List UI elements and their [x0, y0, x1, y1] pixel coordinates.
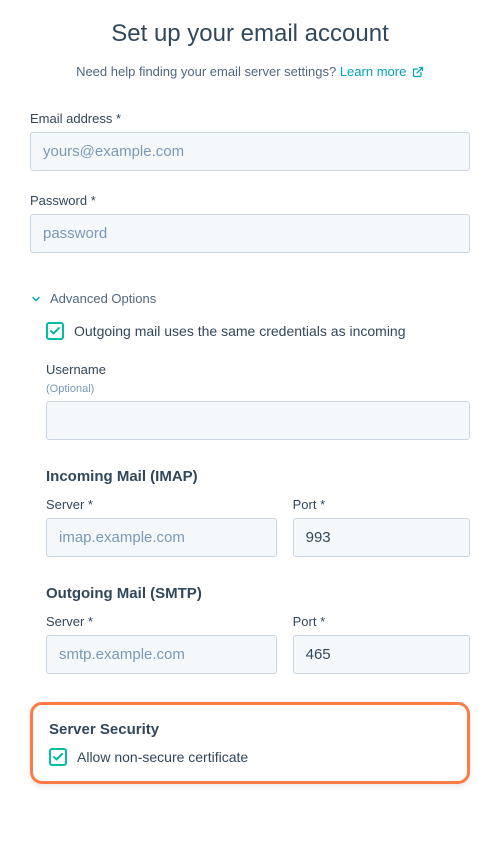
allow-nonsecure-row: Allow non-secure certificate	[49, 748, 451, 768]
page-subtitle: Need help finding your email server sett…	[30, 64, 470, 81]
incoming-port-group: Port *	[293, 497, 470, 557]
incoming-mail-row: Server * Port *	[46, 497, 470, 557]
allow-nonsecure-checkbox[interactable]	[49, 748, 67, 766]
page-title: Set up your email account	[30, 20, 470, 48]
username-label: Username	[46, 362, 470, 377]
username-input[interactable]	[46, 401, 470, 440]
outgoing-server-label: Server *	[46, 614, 277, 629]
outgoing-server-input[interactable]	[46, 635, 277, 674]
incoming-server-label: Server *	[46, 497, 277, 512]
outgoing-mail-title: Outgoing Mail (SMTP)	[46, 585, 470, 602]
username-optional-label: (Optional)	[46, 383, 470, 395]
outgoing-mail-row: Server * Port *	[46, 614, 470, 674]
advanced-options-toggle[interactable]: Advanced Options	[30, 291, 470, 306]
learn-more-link[interactable]: Learn more	[340, 64, 424, 79]
same-credentials-row: Outgoing mail uses the same credentials …	[46, 322, 470, 342]
password-label: Password *	[30, 193, 470, 208]
incoming-port-label: Port *	[293, 497, 470, 512]
same-credentials-label: Outgoing mail uses the same credentials …	[74, 322, 406, 342]
password-field-group: Password *	[30, 193, 470, 253]
email-input[interactable]	[30, 132, 470, 171]
learn-more-label: Learn more	[340, 64, 406, 79]
same-credentials-checkbox[interactable]	[46, 322, 64, 340]
allow-nonsecure-label: Allow non-secure certificate	[77, 748, 248, 768]
username-field-group: Username (Optional)	[46, 362, 470, 440]
chevron-down-icon	[30, 293, 42, 305]
incoming-mail-title: Incoming Mail (IMAP)	[46, 468, 470, 485]
email-field-group: Email address *	[30, 111, 470, 171]
server-security-highlight: Server Security Allow non-secure certifi…	[30, 702, 470, 785]
advanced-options-label: Advanced Options	[50, 291, 156, 306]
incoming-server-input[interactable]	[46, 518, 277, 557]
server-security-title: Server Security	[49, 721, 451, 738]
outgoing-port-group: Port *	[293, 614, 470, 674]
incoming-port-input[interactable]	[293, 518, 470, 557]
password-input[interactable]	[30, 214, 470, 253]
subtitle-text: Need help finding your email server sett…	[76, 64, 340, 79]
outgoing-port-input[interactable]	[293, 635, 470, 674]
incoming-server-group: Server *	[46, 497, 277, 557]
external-link-icon	[412, 66, 424, 81]
outgoing-server-group: Server *	[46, 614, 277, 674]
email-label: Email address *	[30, 111, 470, 126]
outgoing-port-label: Port *	[293, 614, 470, 629]
